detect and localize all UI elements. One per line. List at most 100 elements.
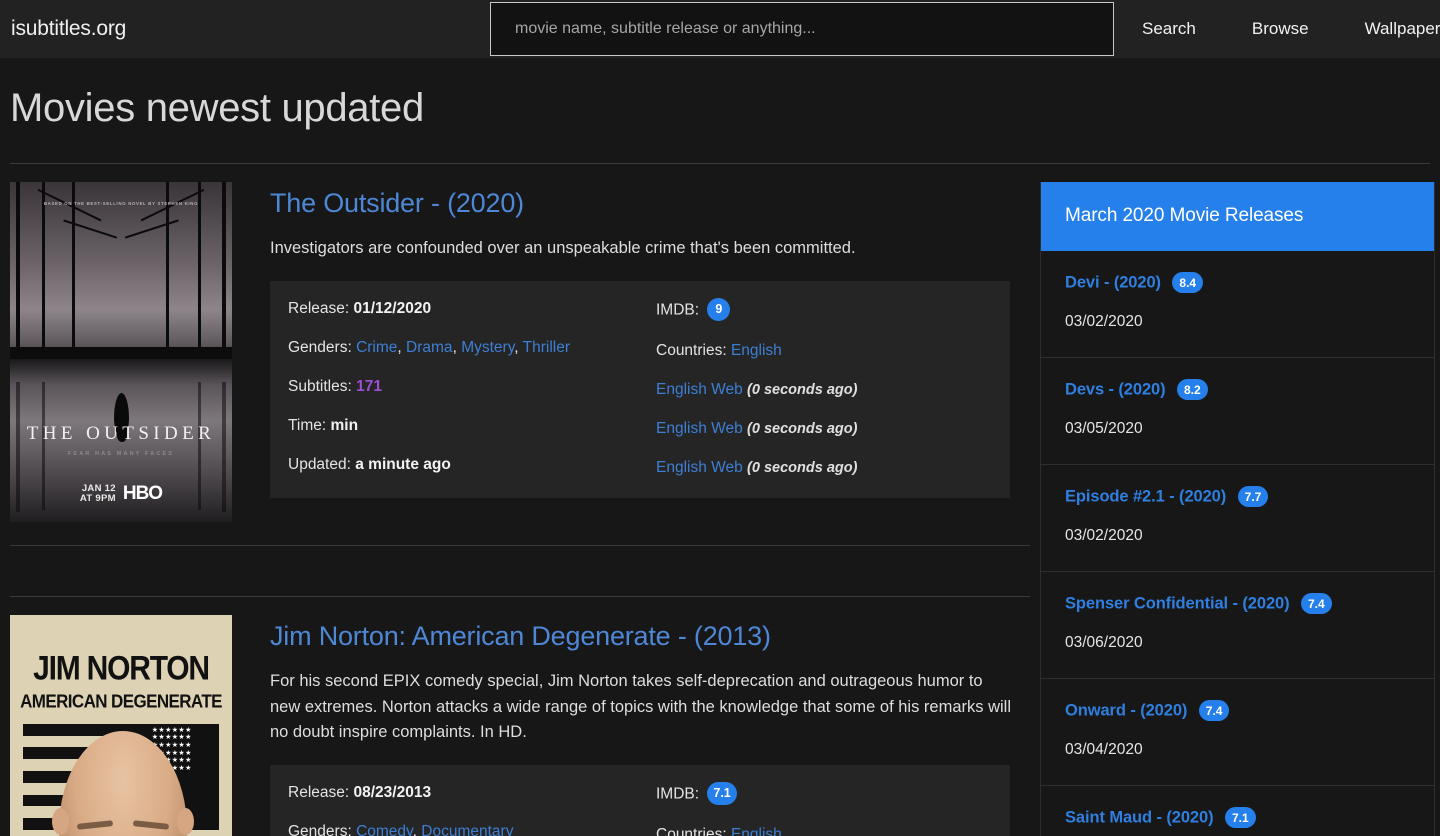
movie-title-text: Jim Norton: American Degenerate	[270, 621, 671, 651]
sidebar-release-date: 03/02/2020	[1065, 313, 1143, 330]
subtitle-release-link[interactable]: English Web	[656, 381, 743, 398]
country-link[interactable]: English	[731, 826, 782, 836]
movie-title-link[interactable]: Jim Norton: American Degenerate - (2013)	[270, 621, 1030, 652]
genre-link[interactable]: Drama	[406, 339, 453, 356]
subtitle-release-line: English Web (0 seconds ago)	[656, 380, 994, 400]
genre-link[interactable]: Documentary	[421, 823, 513, 836]
poster-main-title: THE OUTSIDER	[26, 423, 216, 445]
subtitles-label: Subtitles:	[288, 377, 352, 395]
updated-line: Updated: a minute ago	[288, 455, 626, 475]
subtitle-release-age: (0 seconds ago)	[747, 420, 858, 437]
genders-label: Genders:	[288, 338, 352, 356]
sidebar-movie-title: Saint Maud	[1065, 808, 1153, 827]
sidebar-rating-badge: 7.1	[1224, 807, 1256, 828]
poster-tree-trunk	[222, 182, 226, 354]
sidebar-movie-link[interactable]: Onward - (2020)	[1065, 702, 1192, 720]
imdb-rating-badge: 7.1	[707, 781, 737, 805]
subtitle-release-link[interactable]: English Web	[656, 420, 743, 437]
genders-label: Genders:	[288, 822, 352, 836]
countries-label: Countries:	[656, 825, 727, 836]
search-box-container	[490, 2, 1114, 56]
subtitles-count-link[interactable]: 171	[356, 378, 382, 395]
genders-line: Genders: Crime, Drama, Mystery, Thriller	[288, 338, 571, 356]
movie-description: Investigators are confounded over an uns…	[270, 239, 856, 258]
main-navigation: Search Browse Wallpapers	[1114, 0, 1440, 58]
genre-link[interactable]: Mystery	[461, 339, 514, 356]
sidebar-movie-link[interactable]: Spenser Confidential - (2020)	[1065, 595, 1294, 613]
subtitle-release-line: English Web (0 seconds ago)	[656, 419, 994, 439]
movie-info-right-column: IMDB: 7.1 Countries: English	[626, 781, 994, 836]
hbo-logo: HBO	[122, 483, 163, 504]
countries-line: Countries: English	[656, 825, 994, 836]
movie-details: The Outsider - (2020) Investigators are …	[270, 182, 1030, 522]
imdb-label: IMDB:	[656, 785, 700, 803]
nav-link-browse[interactable]: Browse	[1238, 19, 1323, 39]
movie-poster-the-outsider[interactable]: BASED ON THE BEST-SELLING NOVEL BY STEPH…	[10, 182, 232, 522]
sidebar-movie-title: Spenser Confidential	[1065, 594, 1229, 613]
sidebar-release-item[interactable]: Episode #2.1 - (2020) 7.7 03/02/2020	[1041, 465, 1434, 572]
sidebar-rating-badge: 7.7	[1237, 486, 1269, 507]
sidebar-release-item[interactable]: Devs - (2020) 8.2 03/05/2020	[1041, 358, 1434, 465]
subtitles-line: Subtitles: 171	[288, 377, 626, 397]
country-link[interactable]: English	[731, 342, 782, 359]
poster-credit-line: BASED ON THE BEST-SELLING NOVEL BY STEPH…	[43, 200, 199, 206]
sidebar-rating-badge: 8.4	[1172, 272, 1204, 293]
sidebar-movie-link[interactable]: Episode #2.1 - (2020)	[1065, 488, 1231, 506]
release-value: 01/12/2020	[353, 299, 432, 317]
updated-value: a minute ago	[355, 456, 451, 474]
genre-link[interactable]: Thriller	[523, 339, 570, 356]
genders-line: Genders: Comedy, Documentary	[288, 822, 626, 836]
poster-airdate-line2: AT 9PM	[79, 493, 116, 504]
sidebar-movie-year: - (2020)	[1130, 701, 1188, 720]
movie-description: For his second EPIX comedy special, Jim …	[270, 672, 1012, 742]
nav-link-search[interactable]: Search	[1128, 19, 1210, 39]
sidebar-rating-badge: 8.2	[1177, 379, 1208, 400]
genre-link[interactable]: Comedy	[356, 823, 413, 836]
poster-tagline: FEAR HAS MANY FACES	[67, 450, 175, 457]
sidebar-release-item[interactable]: Spenser Confidential - (2020) 7.4 03/06/…	[1041, 572, 1434, 679]
sidebar-rating-badge: 7.4	[1198, 700, 1230, 721]
movie-row: BASED ON THE BEST-SELLING NOVEL BY STEPH…	[0, 164, 1040, 522]
time-line: Time: min	[288, 416, 626, 436]
release-line: Release: 01/12/2020	[288, 299, 626, 319]
poster-tree-trunk	[16, 182, 20, 354]
sidebar-release-item[interactable]: Onward - (2020) 7.4 03/04/2020	[1041, 679, 1434, 786]
sidebar-release-date: 03/06/2020	[1065, 634, 1143, 651]
imdb-label: IMDB:	[656, 301, 700, 319]
movie-poster-jim-norton[interactable]: JIM NORTON AMERICAN DEGENERATE ★★★★★★ ★★★…	[10, 615, 232, 836]
countries-label: Countries:	[656, 341, 727, 359]
sidebar-movie-title: Devs	[1065, 380, 1105, 399]
imdb-line: IMDB: 7.1	[656, 781, 994, 806]
sidebar-release-item[interactable]: Devi - (2020) 8.4 03/02/2020	[1041, 251, 1434, 358]
sidebar-heading: March 2020 Movie Releases	[1041, 182, 1434, 251]
movie-info-box: Release: 08/23/2013 Genders: Comedy, Doc…	[270, 764, 1010, 836]
site-brand-logo[interactable]: isubtitles.org	[11, 17, 126, 41]
movie-info-box: Release: 01/12/2020 Genders: Crime, Dram…	[270, 280, 1010, 499]
search-input[interactable]	[490, 2, 1114, 56]
movie-info-left-column: Release: 08/23/2013 Genders: Comedy, Doc…	[286, 783, 626, 836]
sidebar-release-date: 03/04/2020	[1065, 741, 1143, 758]
poster-tree-trunk	[42, 182, 45, 350]
movie-title-link[interactable]: The Outsider - (2020)	[270, 188, 1030, 219]
sidebar-movie-link[interactable]: Devs - (2020)	[1065, 381, 1170, 399]
page-layout: BASED ON THE BEST-SELLING NOVEL BY STEPH…	[0, 164, 1440, 836]
poster-airdate: JAN 12 AT 9PM	[80, 484, 116, 504]
sidebar-release-item[interactable]: Saint Maud - (2020) 7.1	[1041, 786, 1434, 836]
poster-special-title: AMERICAN DEGENERATE	[20, 690, 222, 712]
updated-label: Updated:	[288, 456, 351, 474]
subtitle-release-age: (0 seconds ago)	[747, 460, 858, 477]
release-line: Release: 08/23/2013	[288, 783, 626, 803]
subtitle-release-link[interactable]: English Web	[656, 459, 743, 476]
genre-link[interactable]: Crime	[356, 339, 397, 356]
nav-link-wallpapers[interactable]: Wallpapers	[1351, 19, 1440, 39]
page-title: Movies newest updated	[10, 86, 424, 130]
subtitle-release-line: English Web (0 seconds ago)	[656, 458, 994, 478]
sidebar-movie-year: - (2020)	[1169, 487, 1227, 506]
sidebar-movie-title: Devi	[1065, 273, 1100, 292]
movie-row: JIM NORTON AMERICAN DEGENERATE ★★★★★★ ★★★…	[0, 597, 1040, 836]
sidebar-release-date: 03/02/2020	[1065, 527, 1143, 544]
sidebar-movie-link[interactable]: Devi - (2020)	[1065, 274, 1165, 292]
poster-footer: JAN 12 AT 9PM HBO	[10, 483, 232, 505]
sidebar-movie-link[interactable]: Saint Maud - (2020)	[1065, 809, 1218, 827]
imdb-rating-badge: 9	[707, 297, 731, 321]
